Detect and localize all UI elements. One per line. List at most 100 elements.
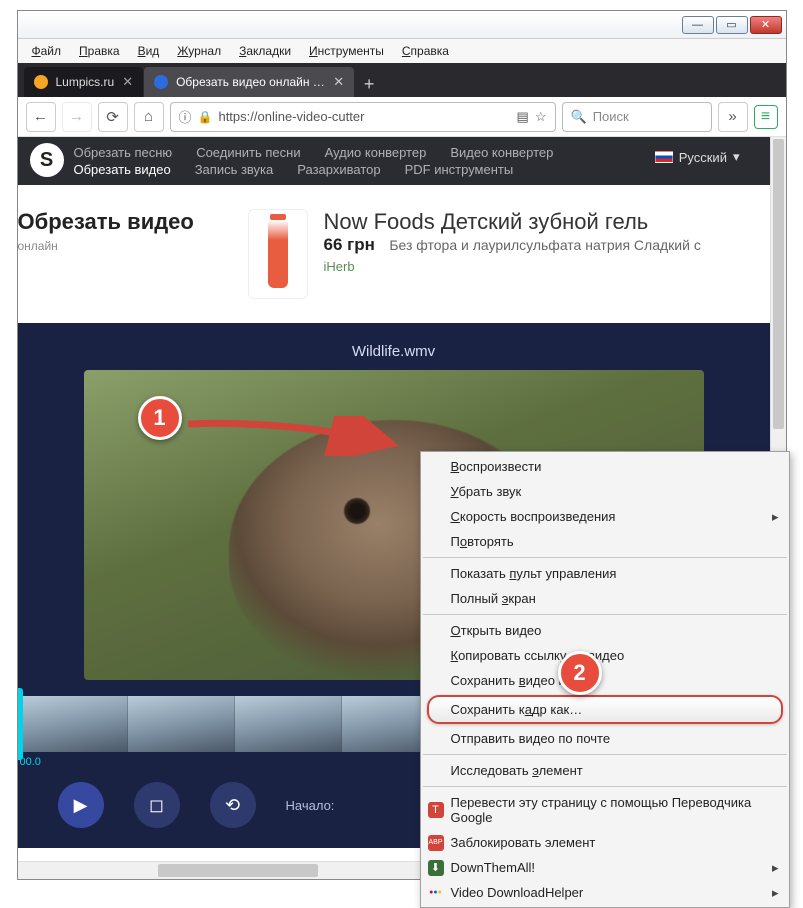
- hamburger-menu-button[interactable]: ≡: [754, 105, 778, 129]
- context-menu-item[interactable]: Повторять: [421, 529, 789, 554]
- new-tab-button[interactable]: +: [355, 71, 383, 97]
- context-menu-item[interactable]: ⬇DownThemAll!: [421, 855, 789, 880]
- menu-справка[interactable]: Справка: [394, 42, 457, 60]
- context-menu-item[interactable]: Скорость воспроизведения: [421, 504, 789, 529]
- context-menu-label: Полный экран: [451, 591, 536, 606]
- info-icon: ⓘ: [179, 107, 192, 126]
- back-button[interactable]: ←: [26, 102, 56, 132]
- url-text: https://online-video-cutter: [218, 109, 364, 124]
- flag-icon: [655, 151, 673, 163]
- reload-button[interactable]: ⟳: [98, 102, 128, 132]
- context-menu-label: Повторять: [451, 534, 514, 549]
- annotation-marker-1: 1: [138, 396, 182, 440]
- site-nav: S Обрезать песню Соединить песни Аудио кон…: [18, 137, 770, 185]
- context-menu-icon: ABP: [428, 835, 444, 851]
- favicon: [154, 75, 168, 89]
- nav-link[interactable]: Запись звука: [195, 162, 274, 177]
- language-selector[interactable]: Русский ▾: [655, 149, 740, 165]
- home-button[interactable]: ⌂: [134, 102, 164, 132]
- favicon: [34, 75, 48, 89]
- context-menu-item[interactable]: Отправить видео по почте: [421, 726, 789, 751]
- tab-label: Lumpics.ru: [56, 75, 115, 89]
- menu-правка[interactable]: Правка: [71, 42, 128, 60]
- nav-link[interactable]: PDF инструменты: [405, 162, 514, 177]
- context-menu-label: Убрать звук: [451, 484, 522, 499]
- timeline-thumb[interactable]: [18, 696, 128, 752]
- tab[interactable]: Обрезать видео онлайн - обр ✕: [144, 67, 354, 97]
- reader-icon[interactable]: ▤: [517, 109, 529, 125]
- browser-window: — ▭ ✕ ФайлПравкаВидЖурналЗакладкиИнструм…: [17, 10, 787, 880]
- bookmark-icon[interactable]: ☆: [535, 109, 547, 125]
- tab-close-icon[interactable]: ✕: [333, 74, 344, 90]
- menu-bar: ФайлПравкаВидЖурналЗакладкиИнструментыСп…: [18, 39, 786, 63]
- context-menu-item[interactable]: ●●●Video DownloadHelper: [421, 880, 789, 905]
- context-menu-item[interactable]: Полный экран: [421, 586, 789, 611]
- context-menu-item[interactable]: Воспроизвести: [421, 454, 789, 479]
- ad-image: [248, 209, 308, 299]
- menu-инструменты[interactable]: Инструменты: [301, 42, 392, 60]
- menu-журнал[interactable]: Журнал: [169, 42, 229, 60]
- nav-link[interactable]: Видео конвертер: [450, 145, 553, 160]
- tab-bar: Lumpics.ru ✕ Обрезать видео онлайн - обр ✕ +: [18, 63, 786, 97]
- lock-icon: 🔒: [198, 110, 213, 124]
- trim-handle-start[interactable]: [18, 688, 23, 760]
- header-section: Обрезать видео онлайн Now Foods Детский …: [18, 185, 770, 323]
- context-menu-label: Отправить видео по почте: [451, 731, 611, 746]
- context-menu-separator: [423, 754, 787, 755]
- crop-button[interactable]: ◻: [134, 782, 180, 828]
- address-bar[interactable]: ⓘ 🔒 https://online-video-cutter ▤ ☆: [170, 102, 556, 132]
- nav-link[interactable]: Аудио конвертер: [325, 145, 427, 160]
- search-icon: 🔍: [571, 109, 587, 125]
- nav-link[interactable]: Обрезать видео: [74, 162, 171, 177]
- search-box[interactable]: 🔍 Поиск: [562, 102, 712, 132]
- maximize-button[interactable]: ▭: [716, 16, 748, 34]
- page-title: Обрезать видео: [18, 209, 238, 235]
- context-menu-item[interactable]: Сохранить кадр как…: [427, 695, 783, 724]
- context-menu-item[interactable]: Убрать звук: [421, 479, 789, 504]
- context-menu-label: Сохранить кадр как…: [451, 702, 583, 717]
- context-menu-label: Исследовать элемент: [451, 763, 583, 778]
- ad-banner[interactable]: Now Foods Детский зубной гель 66 грн Без…: [248, 209, 770, 299]
- toolbar: ← → ⟳ ⌂ ⓘ 🔒 https://online-video-cutter …: [18, 97, 786, 137]
- timeline-thumb[interactable]: [128, 696, 235, 752]
- context-menu-item[interactable]: ABP Заблокировать элемент: [421, 830, 789, 855]
- context-menu-label: Скорость воспроизведения: [451, 509, 616, 524]
- ad-price: 66 грн: [324, 235, 375, 254]
- context-menu-label: Video DownloadHelper: [451, 885, 584, 900]
- forward-button[interactable]: →: [62, 102, 92, 132]
- context-menu-item[interactable]: TПеревести эту страницу с помощью Перево…: [421, 790, 789, 830]
- context-menu-icon: ⬇: [428, 860, 444, 876]
- play-button[interactable]: ▶: [58, 782, 104, 828]
- tab[interactable]: Lumpics.ru ✕: [24, 67, 144, 97]
- minimize-button[interactable]: —: [682, 16, 714, 34]
- context-menu-label: Заблокировать элемент: [451, 835, 596, 850]
- context-menu-item[interactable]: Открыть видео: [421, 618, 789, 643]
- context-menu-item[interactable]: Показать пульт управления: [421, 561, 789, 586]
- context-menu-item[interactable]: Исследовать элемент: [421, 758, 789, 783]
- page-subtitle: онлайн: [18, 239, 238, 253]
- close-button[interactable]: ✕: [750, 16, 782, 34]
- annotation-arrow: [182, 416, 402, 456]
- context-menu-item[interactable]: Сохранить видео как: [421, 668, 789, 693]
- window-titlebar: — ▭ ✕: [18, 11, 786, 39]
- context-menu-label: Показать пульт управления: [451, 566, 617, 581]
- nav-link[interactable]: Соединить песни: [196, 145, 300, 160]
- timeline-thumb[interactable]: [235, 696, 342, 752]
- overflow-button[interactable]: »: [718, 102, 748, 132]
- nav-link[interactable]: Обрезать песню: [74, 145, 173, 160]
- menu-закладки[interactable]: Закладки: [231, 42, 299, 60]
- tab-label: Обрезать видео онлайн - обр: [176, 75, 325, 89]
- context-menu-separator: [423, 614, 787, 615]
- rotate-button[interactable]: ⟲: [210, 782, 256, 828]
- start-label: Начало:: [286, 798, 335, 813]
- context-menu-label: Открыть видео: [451, 623, 542, 638]
- context-menu-item[interactable]: Копировать ссылку на видео: [421, 643, 789, 668]
- context-menu-label: Перевести эту страницу с помощью Перевод…: [451, 795, 763, 825]
- tab-close-icon[interactable]: ✕: [122, 74, 133, 90]
- nav-link[interactable]: Разархиватор: [297, 162, 380, 177]
- menu-файл[interactable]: Файл: [24, 42, 70, 60]
- context-menu-label: Воспроизвести: [451, 459, 542, 474]
- ad-brand: iHerb: [324, 259, 770, 274]
- site-logo[interactable]: S: [30, 143, 64, 177]
- menu-вид[interactable]: Вид: [130, 42, 168, 60]
